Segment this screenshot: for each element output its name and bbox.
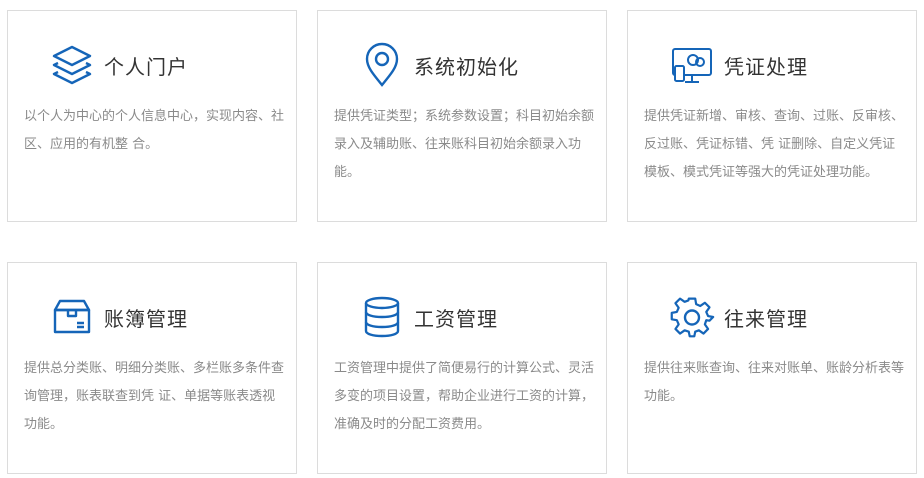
location-pin-icon: [358, 41, 406, 89]
card-description: 以个人为中心的个人信息中心，实现内容、社区、应用的有机整 合。: [24, 109, 285, 152]
card-description: 提供凭证类型；系统参数设置；科目初始余额录入及辅助账、往来账科目初始余额录入功能…: [334, 109, 595, 180]
card-header: 凭证处理: [668, 41, 808, 89]
card-system-init[interactable]: 系统初始化 提供凭证类型；系统参数设置；科目初始余额录入及辅助账、往来账科目初始…: [317, 10, 607, 222]
card-title: 凭证处理: [724, 54, 808, 79]
package-box-icon: [48, 293, 96, 341]
card-receivables-management[interactable]: 往来管理 提供往来账查询、往来对账单、账龄分析表等功能。: [627, 262, 917, 474]
layers-icon: [48, 41, 96, 89]
card-description: 提供往来账查询、往来对账单、账龄分析表等功能。: [644, 361, 905, 404]
card-title: 系统初始化: [414, 54, 519, 79]
card-title: 账簿管理: [104, 306, 188, 331]
database-icon: [358, 293, 406, 341]
card-personal-portal[interactable]: 个人门户 以个人为中心的个人信息中心，实现内容、社区、应用的有机整 合。: [7, 10, 297, 222]
card-header: 账簿管理: [48, 293, 188, 341]
card-description: 提供总分类账、明细分类账、多栏账多条件查询管理，账表联查到凭 证、单据等账表透视…: [24, 361, 285, 432]
monitor-chat-icon: [668, 41, 716, 89]
card-title: 往来管理: [724, 306, 808, 331]
card-title: 个人门户: [104, 54, 188, 79]
card-description: 工资管理中提供了简便易行的计算公式、灵活多变的项目设置，帮助企业进行工资的计算，…: [334, 361, 595, 432]
card-voucher-processing[interactable]: 凭证处理 提供凭证新增、审核、查询、过账、反审核、反过账、凭证标错、凭 证删除、…: [627, 10, 917, 222]
card-payroll-management[interactable]: 工资管理 工资管理中提供了简便易行的计算公式、灵活多变的项目设置，帮助企业进行工…: [317, 262, 607, 474]
card-header: 往来管理: [668, 293, 808, 341]
card-header: 系统初始化: [358, 41, 519, 89]
card-ledger-management[interactable]: 账簿管理 提供总分类账、明细分类账、多栏账多条件查询管理，账表联查到凭 证、单据…: [7, 262, 297, 474]
card-description: 提供凭证新增、审核、查询、过账、反审核、反过账、凭证标错、凭 证删除、自定义凭证…: [644, 109, 905, 180]
card-title: 工资管理: [414, 306, 498, 331]
gear-icon: [668, 293, 716, 341]
card-header: 工资管理: [358, 293, 498, 341]
card-header: 个人门户: [48, 41, 188, 89]
